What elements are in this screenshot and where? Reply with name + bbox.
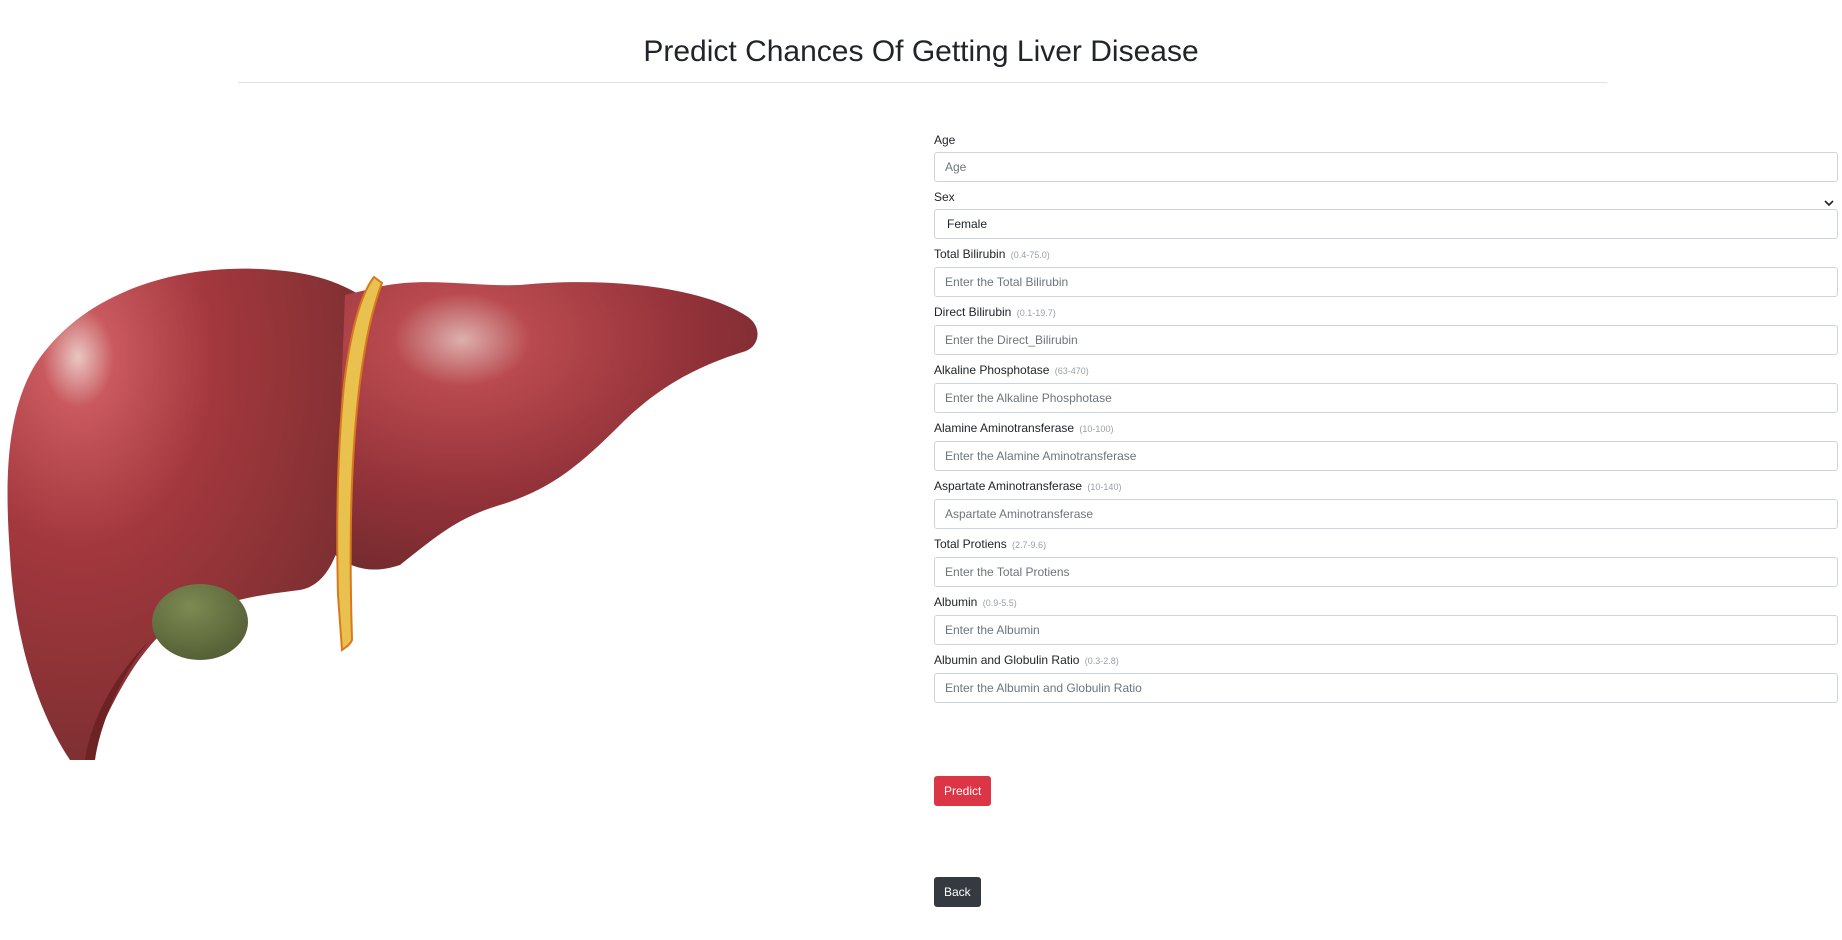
albumin-label: Albumin (0.9-5.5) <box>934 595 1017 609</box>
direct-bilirubin-label: Direct Bilirubin (0.1-19.7) <box>934 305 1056 319</box>
total-bilirubin-hint: (0.4-75.0) <box>1010 250 1050 260</box>
total-protiens-hint: (2.7-9.6) <box>1012 540 1047 550</box>
gallbladder <box>152 584 248 660</box>
total-protiens-input[interactable] <box>934 557 1838 587</box>
aspartate-aminotransferase-hint: (10-140) <box>1087 482 1122 492</box>
aspartate-aminotransferase-label: Aspartate Aminotransferase (10-140) <box>934 479 1122 493</box>
field-albumin-globulin-ratio: Albumin and Globulin Ratio (0.3-2.8) <box>934 650 1838 703</box>
title-divider <box>238 82 1607 83</box>
albumin-hint: (0.9-5.5) <box>982 598 1017 608</box>
aspartate-aminotransferase-input[interactable] <box>934 499 1838 529</box>
total-bilirubin-label: Total Bilirubin (0.4-75.0) <box>934 247 1050 261</box>
field-alamine-aminotransferase: Alamine Aminotransferase (10-100) <box>934 418 1838 471</box>
direct-bilirubin-hint: (0.1-19.7) <box>1016 308 1056 318</box>
age-label: Age <box>934 133 956 147</box>
alamine-aminotransferase-label: Alamine Aminotransferase (10-100) <box>934 421 1114 435</box>
direct-bilirubin-input[interactable] <box>934 325 1838 355</box>
total-bilirubin-input[interactable] <box>934 267 1838 297</box>
albumin-globulin-ratio-input[interactable] <box>934 673 1838 703</box>
alkaline-phosphotase-label: Alkaline Phosphotase (63-470) <box>934 363 1089 377</box>
field-age: Age <box>934 130 1838 182</box>
field-total-bilirubin: Total Bilirubin (0.4-75.0) <box>934 244 1838 297</box>
alkaline-phosphotase-hint: (63-470) <box>1054 366 1089 376</box>
prediction-form: Age Sex Female Total Bilirubin (0.4-75.0… <box>934 130 1838 703</box>
albumin-globulin-ratio-label: Albumin and Globulin Ratio (0.3-2.8) <box>934 653 1119 667</box>
age-input[interactable] <box>934 152 1838 182</box>
field-direct-bilirubin: Direct Bilirubin (0.1-19.7) <box>934 302 1838 355</box>
field-sex: Sex Female <box>934 187 1838 239</box>
predict-button[interactable]: Predict <box>934 776 992 806</box>
alkaline-phosphotase-input[interactable] <box>934 383 1838 413</box>
alamine-aminotransferase-input[interactable] <box>934 441 1838 471</box>
liver-right-lobe <box>335 282 758 570</box>
field-alkaline-phosphotase: Alkaline Phosphotase (63-470) <box>934 360 1838 413</box>
field-albumin: Albumin (0.9-5.5) <box>934 592 1838 645</box>
back-button[interactable]: Back <box>934 877 981 907</box>
field-aspartate-aminotransferase: Aspartate Aminotransferase (10-140) <box>934 476 1838 529</box>
liver-illustration <box>7 268 758 760</box>
total-protiens-label: Total Protiens (2.7-9.6) <box>934 537 1047 551</box>
liver-left-lobe <box>7 268 360 760</box>
field-total-protiens: Total Protiens (2.7-9.6) <box>934 534 1838 587</box>
sex-select-value: Female <box>947 217 988 231</box>
chevron-down-icon <box>1824 200 1834 207</box>
page-title: Predict Chances Of Getting Liver Disease <box>643 35 1199 68</box>
albumin-input[interactable] <box>934 615 1838 645</box>
albumin-globulin-ratio-hint: (0.3-2.8) <box>1084 656 1119 666</box>
alamine-aminotransferase-hint: (10-100) <box>1079 424 1114 434</box>
sex-label: Sex <box>934 190 955 204</box>
sex-select[interactable]: Female <box>934 200 1838 239</box>
